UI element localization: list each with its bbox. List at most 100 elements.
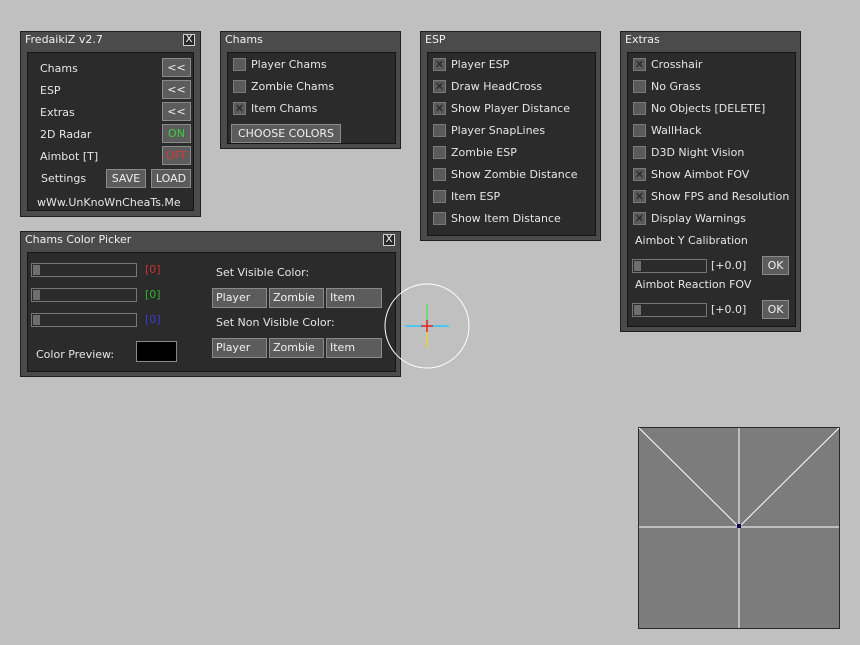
menu-label-chams: Chams [40, 62, 78, 75]
esp-window-body: ✕ Player ESP ✕ Draw HeadCross ✕ Show Pla… [427, 52, 596, 236]
display-warnings-checkbox[interactable]: ✕ [633, 212, 646, 225]
footer-text: wWw.UnKnoWnCheaTs.Me [37, 196, 181, 209]
show-aimbot-fov-checkbox[interactable]: ✕ [633, 168, 646, 181]
radar-player-marker [737, 524, 741, 528]
toggle-chams-button[interactable]: << [162, 58, 191, 77]
player-esp-checkbox[interactable]: ✕ [433, 58, 446, 71]
main-window-body: Chams << ESP << Extras << 2D Radar ON Ai… [27, 52, 194, 211]
main-window-title: FredaikiZ v2.7 X [21, 32, 200, 49]
aimbot-y-calibration-slider[interactable] [632, 259, 707, 273]
item-esp-label: Item ESP [451, 190, 501, 203]
aimbot-y-calibration-value: [+0.0] [711, 259, 747, 272]
menu-label-aimbot: Aimbot [T] [40, 150, 99, 163]
non-visible-player-button[interactable]: Player [212, 338, 267, 358]
menu-label-2d-radar: 2D Radar [40, 128, 92, 141]
d3d-night-vision-checkbox[interactable] [633, 146, 646, 159]
no-grass-checkbox[interactable] [633, 80, 646, 93]
toggle-2d-radar-button[interactable]: ON [162, 124, 191, 143]
wallhack-checkbox[interactable] [633, 124, 646, 137]
extras-window: Extras ✕ Crosshair No Grass No Objects [… [620, 31, 801, 332]
show-item-distance-label: Show Item Distance [451, 212, 561, 225]
show-fps-resolution-checkbox[interactable]: ✕ [633, 190, 646, 203]
set-visible-color-label: Set Visible Color: [216, 266, 310, 279]
color-picker-title-text: Chams Color Picker [25, 233, 132, 246]
set-non-visible-color-label: Set Non Visible Color: [216, 316, 335, 329]
player-snaplines-checkbox[interactable] [433, 124, 446, 137]
chams-window-body: Player Chams Zombie Chams ✕ Item Chams C… [227, 52, 396, 144]
green-slider-handle[interactable] [33, 290, 40, 300]
red-slider[interactable] [31, 263, 137, 277]
main-window: FredaikiZ v2.7 X Chams << ESP << Extras … [20, 31, 201, 217]
no-objects-checkbox[interactable] [633, 102, 646, 115]
main-window-title-text: FredaikiZ v2.7 [25, 33, 103, 46]
chams-window-title: Chams [221, 32, 400, 49]
zombie-esp-checkbox[interactable] [433, 146, 446, 159]
show-zombie-distance-checkbox[interactable] [433, 168, 446, 181]
green-slider[interactable] [31, 288, 137, 302]
player-chams-label: Player Chams [251, 58, 327, 71]
no-grass-label: No Grass [651, 80, 701, 93]
toggle-aimbot-button[interactable]: OFF [162, 146, 191, 165]
aimbot-y-calibration-label: Aimbot Y Calibration [635, 234, 748, 247]
visible-item-button[interactable]: Item [326, 288, 382, 308]
visible-zombie-button[interactable]: Zombie [269, 288, 324, 308]
save-settings-button[interactable]: SAVE [106, 169, 146, 188]
aimbot-reaction-fov-ok-button[interactable]: OK [762, 300, 789, 319]
color-picker-window: Chams Color Picker X [0] [0] [0] Color P… [20, 231, 401, 377]
visible-player-button[interactable]: Player [212, 288, 267, 308]
aimbot-y-calibration-ok-button[interactable]: OK [762, 256, 789, 275]
display-warnings-label: Display Warnings [651, 212, 746, 225]
aimbot-fov-crosshair [384, 283, 470, 369]
extras-window-title: Extras [621, 32, 800, 49]
crosshair-checkbox[interactable]: ✕ [633, 58, 646, 71]
item-chams-label: Item Chams [251, 102, 318, 115]
toggle-esp-button[interactable]: << [162, 80, 191, 99]
zombie-chams-label: Zombie Chams [251, 80, 335, 93]
draw-headcross-label: Draw HeadCross [451, 80, 543, 93]
blue-slider[interactable] [31, 313, 137, 327]
item-chams-checkbox[interactable]: ✕ [233, 102, 246, 115]
show-zombie-distance-label: Show Zombie Distance [451, 168, 578, 181]
color-preview-label: Color Preview: [36, 348, 115, 361]
color-picker-title: Chams Color Picker X [21, 232, 400, 249]
show-item-distance-checkbox[interactable] [433, 212, 446, 225]
aimbot-reaction-fov-value: [+0.0] [711, 303, 747, 316]
crosshair-label: Crosshair [651, 58, 703, 71]
show-fps-resolution-label: Show FPS and Resolution [651, 190, 790, 203]
color-picker-body: [0] [0] [0] Color Preview: Set Visible C… [27, 252, 396, 372]
red-slider-handle[interactable] [33, 265, 40, 275]
draw-headcross-checkbox[interactable]: ✕ [433, 80, 446, 93]
player-chams-checkbox[interactable] [233, 58, 246, 71]
show-aimbot-fov-label: Show Aimbot FOV [651, 168, 750, 181]
toggle-extras-button[interactable]: << [162, 102, 191, 121]
extras-window-title-text: Extras [625, 33, 660, 46]
settings-label: Settings [41, 172, 87, 185]
chams-window: Chams Player Chams Zombie Chams ✕ Item C… [220, 31, 401, 149]
2d-radar [638, 427, 840, 629]
show-player-distance-checkbox[interactable]: ✕ [433, 102, 446, 115]
aimbot-y-calibration-slider-handle[interactable] [634, 261, 641, 271]
blue-value: [0] [145, 313, 161, 326]
aimbot-reaction-fov-slider-handle[interactable] [634, 305, 641, 315]
main-window-close-button[interactable]: X [183, 34, 195, 46]
show-player-distance-label: Show Player Distance [451, 102, 571, 115]
red-value: [0] [145, 263, 161, 276]
item-esp-checkbox[interactable] [433, 190, 446, 203]
color-picker-close-button[interactable]: X [383, 234, 395, 246]
non-visible-item-button[interactable]: Item [326, 338, 382, 358]
d3d-night-vision-label: D3D Night Vision [651, 146, 745, 159]
player-esp-label: Player ESP [451, 58, 510, 71]
blue-slider-handle[interactable] [33, 315, 40, 325]
aimbot-reaction-fov-slider[interactable] [632, 303, 707, 317]
wallhack-label: WallHack [651, 124, 702, 137]
player-snaplines-label: Player SnapLines [451, 124, 546, 137]
green-value: [0] [145, 288, 161, 301]
non-visible-zombie-button[interactable]: Zombie [269, 338, 324, 358]
esp-window-title-text: ESP [425, 33, 446, 46]
load-settings-button[interactable]: LOAD [151, 169, 191, 188]
esp-window: ESP ✕ Player ESP ✕ Draw HeadCross ✕ Show… [420, 31, 601, 241]
zombie-chams-checkbox[interactable] [233, 80, 246, 93]
chams-window-title-text: Chams [225, 33, 263, 46]
zombie-esp-label: Zombie ESP [451, 146, 517, 159]
choose-colors-button[interactable]: CHOOSE COLORS [231, 124, 341, 143]
